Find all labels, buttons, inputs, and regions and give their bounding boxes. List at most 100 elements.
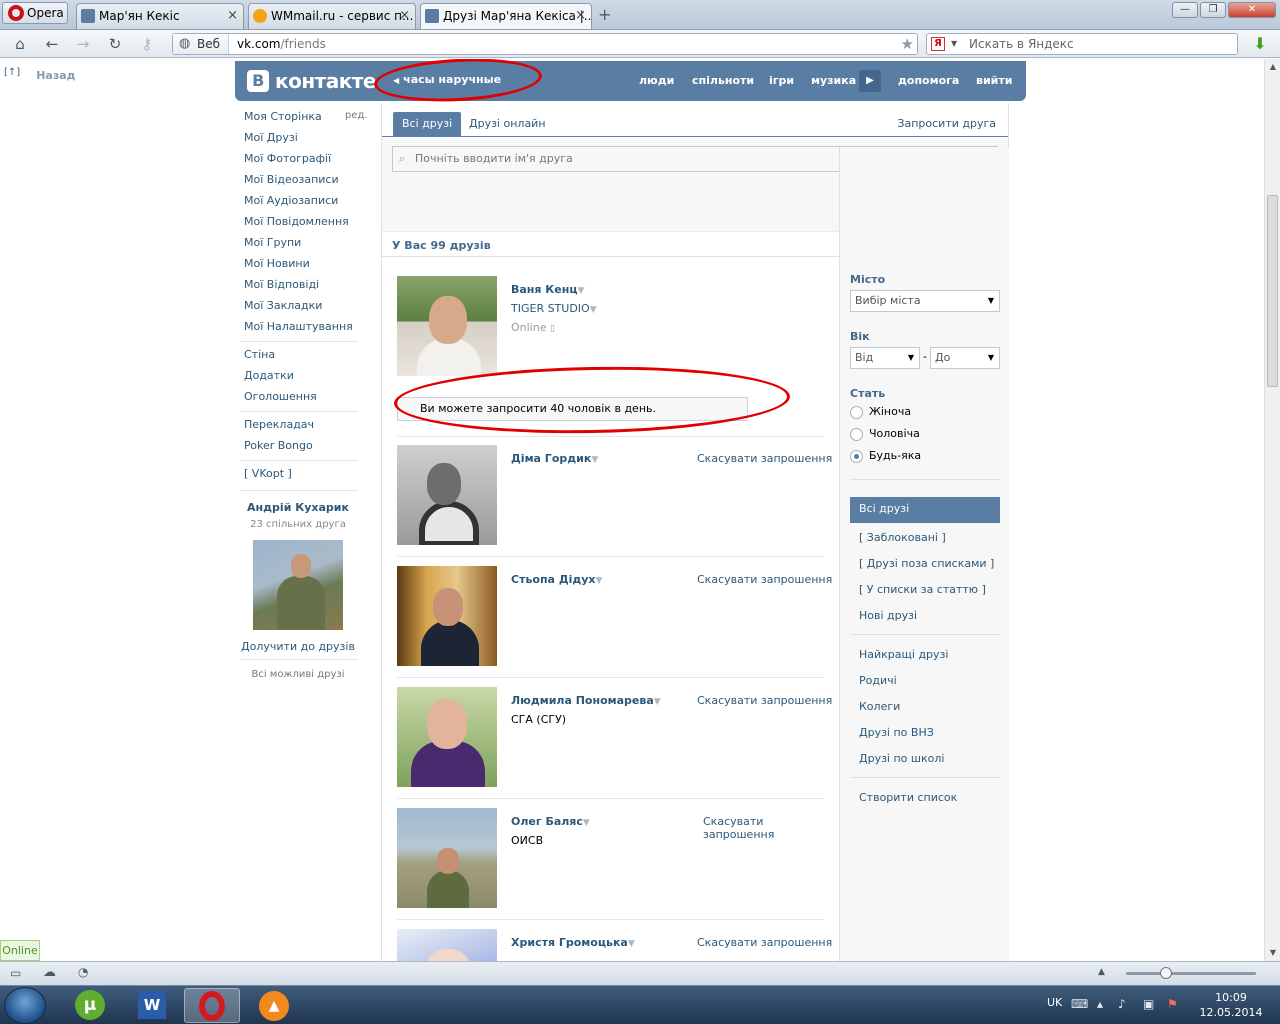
friend-photo[interactable] xyxy=(397,929,497,961)
system-clock[interactable]: 10:09 12.05.2014 xyxy=(1196,990,1266,1020)
nav-music[interactable]: музика xyxy=(811,74,856,87)
invite-friend-link[interactable]: Запросити друга xyxy=(897,117,996,130)
avast-taskbar-icon[interactable]: ▲ xyxy=(246,988,302,1023)
restore-icon[interactable]: ❐ xyxy=(1200,2,1226,18)
back-icon[interactable]: ← xyxy=(43,35,61,53)
menu-my-videos[interactable]: Мої Відеозаписи xyxy=(244,173,339,187)
list-all-friends[interactable]: Всі друзі xyxy=(850,497,1000,523)
zoom-triangle-icon[interactable]: ▲ xyxy=(1098,967,1105,977)
dropdown-icon[interactable]: ▼ xyxy=(654,697,661,707)
back-link[interactable]: [↑] Назад xyxy=(4,67,76,82)
close-window-icon[interactable]: ✕ xyxy=(1228,2,1276,18)
friend-photo[interactable] xyxy=(397,445,497,545)
dropdown-icon[interactable]: ▼ xyxy=(590,305,597,315)
web-mode-button[interactable]: ◍ Веб xyxy=(173,34,229,54)
dropdown-icon[interactable]: ▼ xyxy=(578,286,585,296)
network-icon[interactable]: ▣ xyxy=(1143,997,1154,1011)
close-tab-icon[interactable]: × xyxy=(575,4,586,28)
cancel-invite-link[interactable]: Скасувати запрошення xyxy=(703,815,779,841)
menu-ads[interactable]: Оголошення xyxy=(244,390,317,404)
friend-photo[interactable] xyxy=(397,566,497,666)
volume-icon[interactable]: ♪ xyxy=(1118,997,1126,1011)
download-icon[interactable]: ⬇ xyxy=(1250,34,1270,54)
friend-photo[interactable] xyxy=(397,276,497,376)
home-icon[interactable]: ⌂ xyxy=(11,35,29,53)
scroll-down-icon[interactable]: ▼ xyxy=(1265,945,1280,961)
tab-all-friends[interactable]: Всі друзі xyxy=(393,112,462,137)
reload-icon[interactable]: ↻ xyxy=(106,35,124,53)
city-select[interactable]: Вибір міста ▼ xyxy=(850,290,1000,312)
bookmark-star-icon[interactable]: ★ xyxy=(901,35,914,53)
add-to-friends-link[interactable]: Долучити до друзів xyxy=(240,640,356,653)
menu-vkopt[interactable]: [ VKopt ] xyxy=(244,467,292,481)
vk-logo[interactable]: Вконтакте xyxy=(247,69,376,93)
friend-name[interactable]: Ваня Кенц▼ xyxy=(511,283,584,296)
friend-name[interactable]: Христя Громоцька▼ xyxy=(511,936,635,949)
list-school-friends[interactable]: Друзі по школі xyxy=(859,752,944,765)
menu-my-bookmarks[interactable]: Мої Закладки xyxy=(244,299,322,313)
sex-female-label[interactable]: Жіноча xyxy=(869,405,911,418)
dropdown-icon[interactable]: ▼ xyxy=(583,818,590,828)
minimize-icon[interactable]: — xyxy=(1172,2,1198,18)
nav-communities[interactable]: спільноти xyxy=(692,74,754,87)
menu-my-friends[interactable]: Мої Друзі xyxy=(244,131,298,145)
list-university-friends[interactable]: Друзі по ВНЗ xyxy=(859,726,934,739)
scrollbar-thumb[interactable] xyxy=(1267,195,1278,387)
cancel-invite-link[interactable]: Скасувати запрошення xyxy=(697,573,832,586)
key-icon[interactable]: ⚷ xyxy=(138,35,156,53)
list-best-friends[interactable]: Найкращі друзі xyxy=(859,648,948,661)
nav-logout[interactable]: вийти xyxy=(976,74,1012,87)
keyboard-icon[interactable]: ⌨ xyxy=(1071,997,1088,1011)
menu-wall[interactable]: Стіна xyxy=(244,348,275,362)
keyboard-language[interactable]: UK xyxy=(1047,996,1062,1009)
age-to-select[interactable]: До ▼ xyxy=(930,347,1000,369)
sex-male-label[interactable]: Чоловіча xyxy=(869,427,920,440)
all-possible-friends-link[interactable]: Всі можливі друзі xyxy=(240,669,356,680)
nav-help[interactable]: допомога xyxy=(898,74,959,87)
opera-menu-button[interactable]: Opera xyxy=(2,2,68,24)
zoom-slider-track[interactable] xyxy=(1126,972,1256,975)
menu-my-page[interactable]: Моя Сторінка xyxy=(244,110,322,124)
cloud-icon[interactable]: ☁ xyxy=(43,965,56,980)
friend-name[interactable]: Людмила Пономарева▼ xyxy=(511,694,661,707)
menu-my-photos[interactable]: Мої Фотографії xyxy=(244,152,331,166)
age-from-select[interactable]: Від ▼ xyxy=(850,347,920,369)
action-center-icon[interactable]: ⚑ xyxy=(1167,997,1178,1011)
friend-name[interactable]: Олег Баляс▼ xyxy=(511,815,590,828)
friend-group[interactable]: TIGER STUDIO▼ xyxy=(511,302,597,315)
suggestion-photo[interactable] xyxy=(253,540,343,630)
friend-photo[interactable] xyxy=(397,687,497,787)
page-scrollbar[interactable]: ▲ ▼ xyxy=(1264,59,1280,961)
start-button[interactable] xyxy=(4,987,46,1024)
new-tab-icon[interactable]: + xyxy=(598,5,611,24)
list-colleagues[interactable]: Колеги xyxy=(859,700,900,713)
cancel-invite-link[interactable]: Скасувати запрошення xyxy=(697,452,832,465)
list-new-friends[interactable]: Нові друзі xyxy=(859,609,917,622)
menu-my-groups[interactable]: Мої Групи xyxy=(244,236,301,250)
tab-wmmail[interactable]: WMmail.ru - сервис п... × xyxy=(248,3,416,29)
dropdown-icon[interactable]: ▼ xyxy=(591,455,598,465)
menu-translator[interactable]: Перекладач xyxy=(244,418,314,432)
list-blocked[interactable]: [ Заблоковані ] xyxy=(859,531,946,544)
menu-poker-bongo[interactable]: Poker Bongo xyxy=(244,439,313,453)
tray-flag-icon[interactable]: ▴ xyxy=(1097,997,1103,1011)
play-icon[interactable]: ▶ xyxy=(859,70,881,92)
create-list-link[interactable]: Створити список xyxy=(859,791,957,804)
opera-taskbar-icon[interactable] xyxy=(184,988,240,1023)
tab-friends[interactable]: Друзі Мар'яна Кекіса |... × xyxy=(420,3,592,29)
sex-any-radio[interactable] xyxy=(850,450,863,463)
list-unlisted[interactable]: [ Друзі поза списками ] xyxy=(859,557,994,570)
menu-my-settings[interactable]: Мої Налаштування xyxy=(244,320,353,334)
friend-name[interactable]: Стьопа Дідух▼ xyxy=(511,573,602,586)
menu-apps[interactable]: Додатки xyxy=(244,369,294,383)
close-tab-icon[interactable]: × xyxy=(227,4,238,28)
tab-marian-kekis[interactable]: Мар'ян Кекіс × xyxy=(76,3,244,29)
search-engine-dropdown-icon[interactable]: ▼ xyxy=(951,34,957,54)
dropdown-icon[interactable]: ▼ xyxy=(596,576,603,586)
menu-my-answers[interactable]: Мої Відповіді xyxy=(244,278,319,292)
cancel-invite-link[interactable]: Скасувати запрошення xyxy=(697,936,832,949)
yandex-search-input[interactable]: Я ▼ Искать в Яндекс xyxy=(926,33,1238,55)
close-tab-icon[interactable]: × xyxy=(399,4,410,28)
word-taskbar-icon[interactable]: W xyxy=(124,988,180,1023)
speed-dial-icon[interactable]: ◔ xyxy=(78,965,88,979)
